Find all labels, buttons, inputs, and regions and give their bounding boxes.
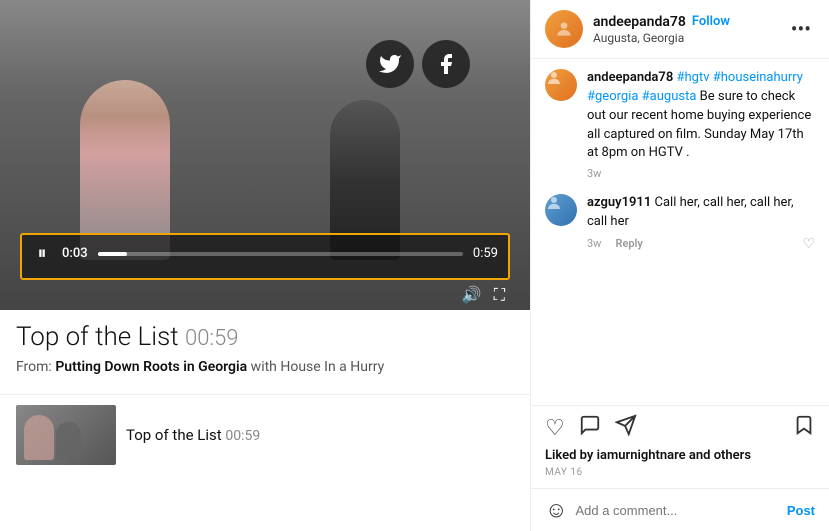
twitter-share-icon[interactable] <box>366 40 414 88</box>
facebook-share-icon[interactable] <box>422 40 470 88</box>
thumb-figure-right <box>56 422 81 460</box>
follow-button[interactable]: Follow <box>692 14 730 29</box>
volume-icon[interactable]: 🔊 <box>462 285 482 305</box>
video-title: Top of the List 00:59 <box>16 322 514 352</box>
comment-meta-2: 3w Reply ♡ <box>587 236 815 252</box>
comment-text-1: andeepanda78 #hgtv #houseinahurry #georg… <box>587 69 815 163</box>
progress-fill <box>98 252 127 256</box>
time-current: 0:03 <box>62 246 88 261</box>
comment-input[interactable] <box>575 503 778 518</box>
comment-item: andeepanda78 #hgtv #houseinahurry #georg… <box>545 69 815 180</box>
bottom-icons: 🔊 ⛶ <box>462 285 505 305</box>
right-panel: andeepanda78 Follow Augusta, Georgia •••… <box>530 0 829 531</box>
video-controls[interactable]: ⏸ 0:03 0:59 <box>20 233 510 280</box>
comment-body-1: andeepanda78 #hgtv #houseinahurry #georg… <box>587 69 815 180</box>
like-button[interactable]: ♡ <box>545 416 565 441</box>
pause-button[interactable]: ⏸ <box>32 243 52 264</box>
thumb-figure-left <box>24 415 54 460</box>
fullscreen-icon[interactable]: ⛶ <box>494 285 505 305</box>
progress-bar[interactable] <box>98 252 463 256</box>
liked-by-user[interactable]: iamurnightnare <box>597 448 686 463</box>
comment-avatar-1[interactable] <box>545 69 577 101</box>
thumbnail-title-text: Top of the List 00:59 <box>126 426 260 444</box>
action-icons: ♡ <box>545 414 815 442</box>
bookmark-button[interactable] <box>793 414 815 442</box>
header-username[interactable]: andeepanda78 <box>593 14 686 30</box>
liked-by: Liked by iamurnightnare and others <box>545 448 815 463</box>
controls-top: ⏸ 0:03 0:59 <box>32 243 498 264</box>
username-row: andeepanda78 Follow <box>593 14 777 30</box>
social-share-icons <box>366 40 470 88</box>
controls-bar: ⏸ 0:03 0:59 <box>20 233 510 280</box>
video-subtitle: From: Putting Down Roots in Georgia with… <box>16 358 514 378</box>
comment-body-2: azguy1911 Call her, call her, call her, … <box>587 194 815 252</box>
header-location: Augusta, Georgia <box>593 31 777 45</box>
time-total: 0:59 <box>473 246 498 261</box>
reply-button[interactable]: Reply <box>615 237 642 250</box>
profile-avatar[interactable] <box>545 10 583 48</box>
post-date: MAY 16 <box>545 467 815 478</box>
post-comment-button[interactable]: Post <box>787 503 815 518</box>
share-button[interactable] <box>615 414 637 442</box>
comment-time-2: 3w <box>587 237 601 250</box>
comment-username-1[interactable]: andeepanda78 <box>587 70 673 85</box>
comment-input-bar: ☺ Post <box>531 488 829 531</box>
show-link[interactable]: Putting Down Roots in Georgia <box>55 359 247 375</box>
comment-like-icon[interactable]: ♡ <box>802 236 815 252</box>
video-title-section: Top of the List 00:59 From: Putting Down… <box>0 310 530 386</box>
video-duration: 00:59 <box>185 326 238 351</box>
emoji-button[interactable]: ☺ <box>545 497 567 523</box>
comment-item-2: azguy1911 Call her, call her, call her, … <box>545 194 815 252</box>
comment-meta-1: 3w <box>587 167 815 180</box>
actions-bar: ♡ Liked by iamurnightnare and o <box>531 405 829 488</box>
comment-button[interactable] <box>579 414 601 442</box>
post-header: andeepanda78 Follow Augusta, Georgia ••• <box>531 0 829 59</box>
comment-avatar-2[interactable] <box>545 194 577 226</box>
left-panel: ⏸ 0:03 0:59 🔊 ⛶ Top of the List 00:59 Fr… <box>0 0 530 531</box>
comment-username-2[interactable]: azguy1911 <box>587 195 651 210</box>
more-options-button[interactable]: ••• <box>787 17 815 41</box>
thumbnail-item[interactable]: Top of the List 00:59 <box>0 395 530 475</box>
video-container[interactable]: ⏸ 0:03 0:59 🔊 ⛶ <box>0 0 530 310</box>
comments-section: andeepanda78 #hgtv #houseinahurry #georg… <box>531 59 829 405</box>
comment-time-1: 3w <box>587 167 601 180</box>
bottom-strip: Top of the List 00:59 <box>0 394 530 475</box>
header-user-info: andeepanda78 Follow Augusta, Georgia <box>593 14 777 45</box>
comment-text-2: azguy1911 Call her, call her, call her, … <box>587 194 815 232</box>
thumbnail-image <box>16 405 116 465</box>
